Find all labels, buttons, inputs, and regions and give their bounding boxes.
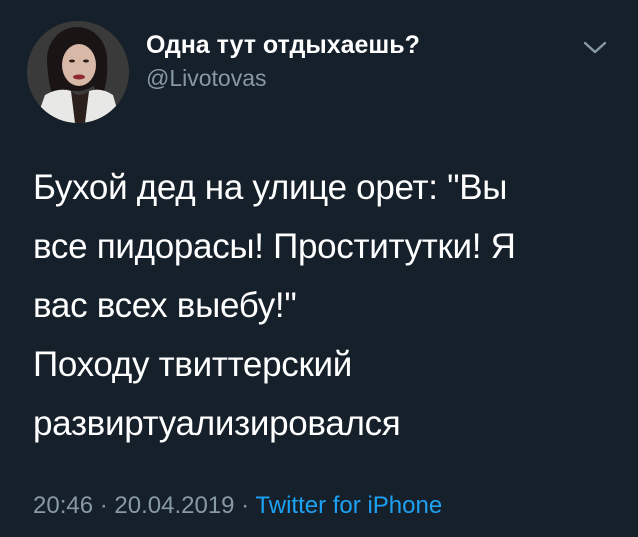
tweet: Одна тут отдыхаешь? @Livotovas Бухой дед… bbox=[0, 0, 638, 537]
tweet-date[interactable]: 20.04.2019 bbox=[114, 492, 234, 519]
user-handle[interactable]: @Livotovas bbox=[146, 65, 267, 92]
meta-separator: · bbox=[93, 492, 115, 519]
tweet-text: Бухой дед на улице орет: "Вы все пидорас… bbox=[33, 168, 516, 443]
avatar-image bbox=[27, 21, 129, 123]
avatar[interactable] bbox=[27, 21, 129, 123]
tweet-source-link[interactable]: Twitter for iPhone bbox=[255, 492, 442, 519]
meta-separator-2: · bbox=[234, 492, 256, 519]
tweet-time[interactable]: 20:46 bbox=[33, 492, 93, 519]
display-name[interactable]: Одна тут отдыхаешь? bbox=[146, 31, 420, 60]
chevron-down-icon[interactable] bbox=[582, 37, 608, 57]
tweet-meta: 20:46 · 20.04.2019 · Twitter for iPhone bbox=[33, 492, 442, 520]
